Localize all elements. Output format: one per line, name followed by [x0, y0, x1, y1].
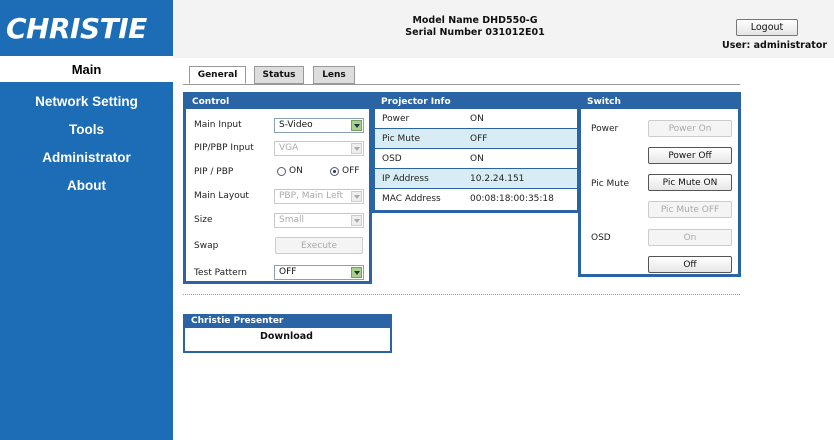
info-value: 10.2.24.151	[470, 174, 525, 184]
info-value: ON	[470, 114, 484, 124]
test-pattern-select[interactable]: OFF	[274, 265, 364, 280]
pip-pbp-label: PIP / PBP	[194, 167, 234, 177]
info-key: OSD	[382, 154, 402, 164]
switch-panel: Switch Power Power On Power Off Pic Mute…	[578, 92, 741, 277]
power-label: Power	[591, 124, 619, 134]
pic-mute-on-button[interactable]: Pic Mute ON	[648, 174, 732, 191]
osd-label: OSD	[591, 233, 611, 243]
info-row-mac-address: MAC Address 00:08:18:00:35:18	[375, 189, 577, 209]
tab-general[interactable]: General	[189, 66, 246, 84]
sidebar-item-label: About	[67, 177, 106, 193]
sidebar-item-label: Network Setting	[35, 93, 138, 109]
sidebar-item-network-setting[interactable]: Network Setting	[0, 87, 173, 115]
panel-title: Switch	[581, 95, 738, 109]
section-divider	[183, 294, 740, 295]
radio-icon	[277, 166, 286, 176]
power-on-button[interactable]: Power On	[648, 120, 732, 137]
pip-pbp-off-radio[interactable]: OFF	[330, 166, 359, 176]
sidebar-item-main[interactable]: Main	[0, 56, 173, 82]
dropdown-arrow-icon	[351, 191, 362, 202]
sidebar-item-label: Tools	[69, 121, 104, 137]
swap-label: Swap	[194, 241, 219, 251]
size-select[interactable]: Small	[274, 213, 364, 228]
tab-lens[interactable]: Lens	[313, 66, 355, 84]
serial-number: Serial Number 031012E01	[405, 27, 545, 38]
osd-on-button[interactable]: On	[648, 229, 732, 246]
sidebar: CHRISTIE Main Network Setting Tools Admi…	[0, 0, 173, 440]
pip-pbp-input-value: VGA	[279, 143, 299, 153]
sidebar-item-label: Main	[71, 61, 102, 77]
info-row-osd: OSD ON	[375, 149, 577, 169]
user-label: User: administrator	[722, 40, 828, 51]
info-row-pic-mute: Pic Mute OFF	[375, 129, 577, 149]
dropdown-arrow-icon	[351, 143, 362, 154]
sidebar-item-tools[interactable]: Tools	[0, 115, 173, 143]
logo: CHRISTIE	[0, 0, 173, 56]
info-row-ip-address: IP Address 10.2.24.151	[375, 169, 577, 189]
info-key: IP Address	[382, 174, 429, 184]
pip-pbp-input-label: PIP/PBP Input	[194, 143, 254, 153]
main-layout-value: PBP, Main Left	[279, 191, 344, 201]
pip-pbp-input-select[interactable]: VGA	[274, 141, 364, 156]
pic-mute-label: Pic Mute	[591, 179, 630, 189]
control-panel: Control Main Input S-Video PIP/PBP Input…	[183, 92, 372, 284]
main-input-label: Main Input	[194, 120, 242, 130]
radio-selected-icon	[330, 166, 339, 176]
main-input-value: S-Video	[279, 120, 313, 130]
power-off-button[interactable]: Power Off	[648, 147, 732, 164]
size-value: Small	[279, 215, 304, 225]
main-input-select[interactable]: S-Video	[274, 118, 364, 133]
tab-divider	[183, 84, 740, 85]
header: Model Name DHD550-G Serial Number 031012…	[173, 0, 834, 58]
info-value: ON	[470, 154, 484, 164]
presenter-panel: Christie Presenter Download	[183, 314, 392, 353]
dropdown-arrow-icon	[351, 120, 362, 131]
sidebar-item-administrator[interactable]: Administrator	[0, 143, 173, 171]
radio-label: OFF	[342, 166, 360, 176]
main-layout-label: Main Layout	[194, 191, 249, 201]
info-row-power: Power ON	[375, 109, 577, 129]
model-name: Model Name DHD550-G	[412, 15, 538, 26]
dropdown-arrow-icon	[351, 215, 362, 226]
info-key: Power	[382, 114, 410, 124]
sidebar-item-about[interactable]: About	[0, 171, 173, 199]
test-pattern-value: OFF	[279, 267, 297, 277]
size-label: Size	[194, 215, 213, 225]
pic-mute-off-button[interactable]: Pic Mute OFF	[648, 201, 732, 218]
sidebar-item-label: Administrator	[42, 149, 131, 165]
download-link[interactable]: Download	[185, 328, 388, 345]
test-pattern-label: Test Pattern	[194, 268, 247, 278]
radio-label: ON	[289, 166, 303, 176]
info-value: 00:08:18:00:35:18	[470, 194, 554, 204]
panel-title: Projector Info	[375, 95, 577, 109]
projector-info-panel: Projector Info Power ON Pic Mute OFF OSD ON…	[372, 92, 580, 213]
info-value: OFF	[470, 134, 488, 144]
main-layout-select[interactable]: PBP, Main Left	[274, 189, 364, 204]
pip-pbp-on-radio[interactable]: ON	[277, 166, 303, 176]
tab-status[interactable]: Status	[254, 66, 304, 84]
model-info: Model Name DHD550-G Serial Number 031012…	[390, 15, 560, 39]
panel-title: Christie Presenter	[185, 314, 390, 328]
osd-off-button[interactable]: Off	[648, 256, 732, 273]
info-key: MAC Address	[382, 194, 441, 204]
logout-button[interactable]: Logout	[736, 19, 798, 36]
info-key: Pic Mute	[382, 134, 421, 144]
christie-logo: CHRISTIE	[6, 11, 147, 45]
execute-button[interactable]: Execute	[275, 237, 363, 254]
panel-title: Control	[186, 95, 369, 109]
dropdown-arrow-icon	[351, 267, 362, 278]
